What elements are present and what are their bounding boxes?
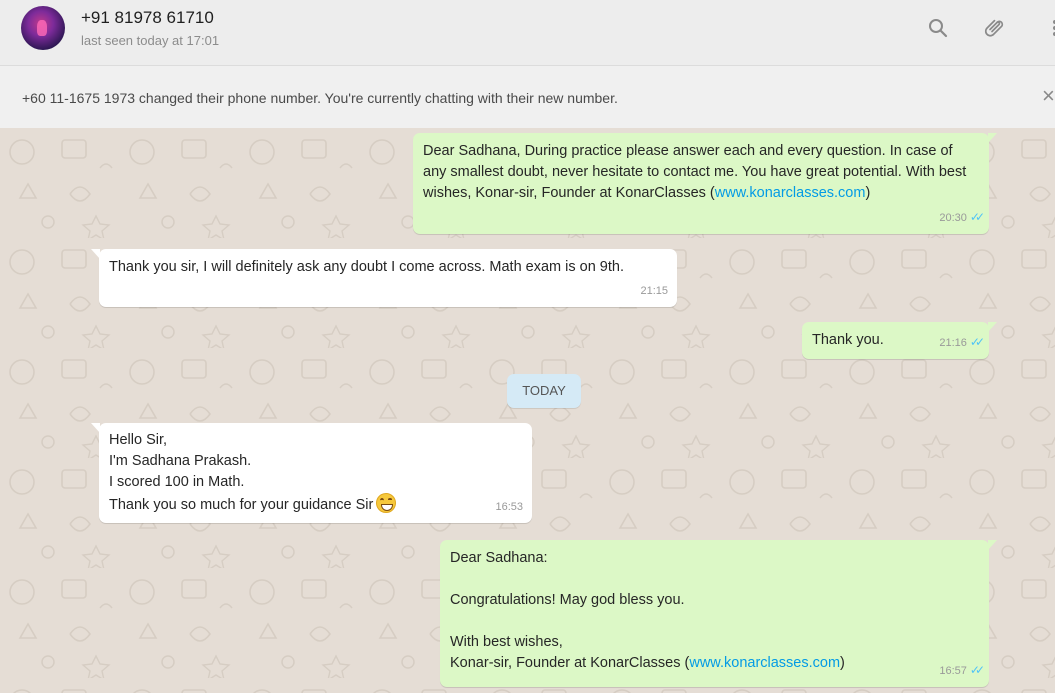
message-text: Thank you sir, I will definitely ask any… bbox=[109, 259, 624, 275]
last-seen-status: last seen today at 17:01 bbox=[81, 33, 220, 48]
message-link[interactable]: www.konarclasses.com bbox=[689, 655, 840, 671]
close-icon[interactable]: × bbox=[1042, 85, 1055, 107]
message-text-end: ) bbox=[840, 655, 845, 671]
message-time: 21:15 bbox=[640, 285, 668, 297]
read-ticks-icon: ✓✓ bbox=[969, 335, 985, 349]
message-text: Dear Sadhana, During practice please ans… bbox=[423, 143, 971, 201]
message-outgoing[interactable]: Dear Sadhana, During practice please ans… bbox=[413, 133, 997, 234]
notice-text: +60 11-1675 1973 changed their phone num… bbox=[22, 90, 618, 106]
message-incoming[interactable]: Thank you sir, I will definitely ask any… bbox=[91, 249, 677, 307]
number-change-notice: +60 11-1675 1973 changed their phone num… bbox=[0, 66, 1055, 128]
contact-avatar[interactable] bbox=[21, 6, 65, 50]
attach-icon[interactable] bbox=[983, 16, 1007, 40]
message-link[interactable]: www.konarclasses.com bbox=[715, 185, 866, 201]
message-time: 20:30 bbox=[939, 212, 967, 224]
menu-icon[interactable] bbox=[1040, 16, 1055, 40]
message-list[interactable]: Dear Sadhana, During practice please ans… bbox=[0, 128, 1055, 693]
day-separator: TODAY bbox=[507, 374, 581, 408]
message-incoming[interactable]: Hello Sir, I'm Sadhana Prakash. I scored… bbox=[91, 423, 532, 523]
contact-name[interactable]: +91 81978 61710 bbox=[81, 8, 214, 28]
message-text-end: ) bbox=[865, 185, 871, 201]
message-time: 16:53 bbox=[495, 501, 523, 513]
search-icon[interactable] bbox=[926, 16, 950, 40]
grinning-face-emoji-icon bbox=[376, 493, 397, 513]
message-time: 21:16 bbox=[939, 337, 967, 349]
chat-header: +91 81978 61710 last seen today at 17:01 bbox=[0, 0, 1055, 66]
message-outgoing[interactable]: Dear Sadhana: Congratulations! May god b… bbox=[440, 540, 997, 687]
message-text: Hello Sir, I'm Sadhana Prakash. I scored… bbox=[109, 432, 374, 513]
message-meta: 21:16 ✓✓ bbox=[939, 332, 985, 354]
read-ticks-icon: ✓✓ bbox=[969, 210, 985, 224]
message-outgoing[interactable]: Thank you. 21:16 ✓✓ bbox=[802, 322, 997, 359]
message-meta: 16:57 ✓✓ bbox=[939, 660, 985, 682]
message-time: 16:57 bbox=[939, 665, 967, 677]
message-meta: 20:30 ✓✓ bbox=[939, 207, 985, 229]
message-text: Dear Sadhana: Congratulations! May god b… bbox=[450, 550, 690, 671]
read-ticks-icon: ✓✓ bbox=[969, 663, 985, 677]
